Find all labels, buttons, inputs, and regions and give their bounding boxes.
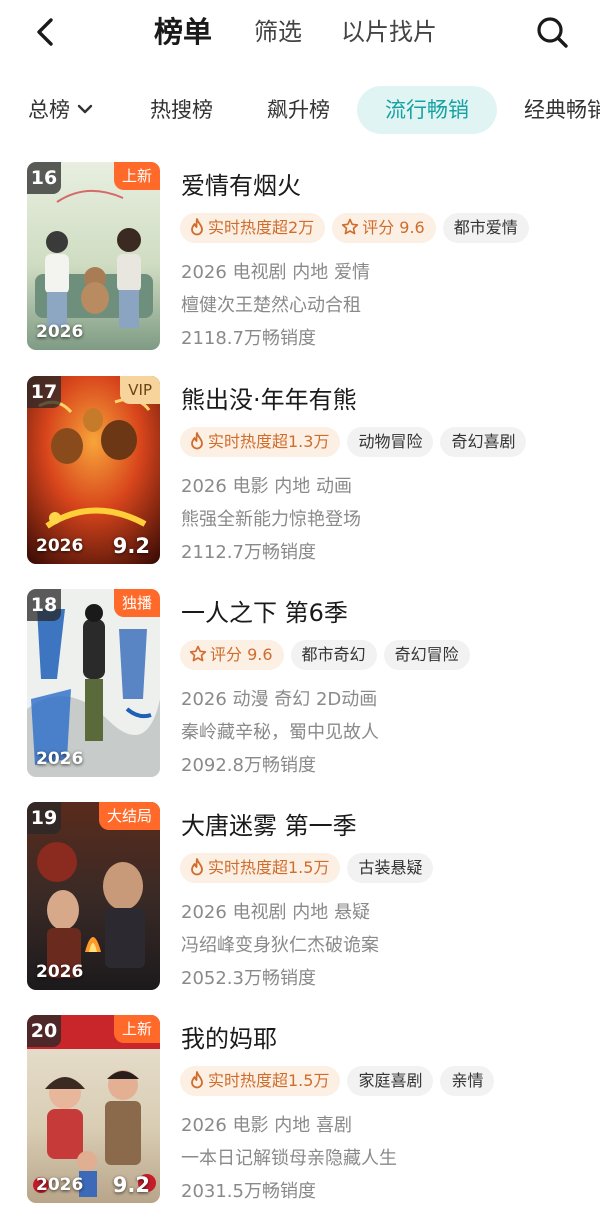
item-info: 2026 电影 内地 动画 [181, 476, 352, 497]
poster-score: 9.2 [112, 1173, 150, 1197]
genre-tag: 古装悬疑 [347, 853, 434, 883]
star-icon [189, 645, 207, 662]
tab-filter[interactable]: 筛选 [254, 10, 302, 54]
item-sales: 2031.5万畅销度 [181, 1181, 316, 1202]
item-info: 2026 电视剧 内地 悬疑 [181, 902, 370, 923]
score-tag: 评分 9.6 [180, 640, 284, 670]
list-item[interactable]: 19 大结局 2026 大唐迷雾 第一季 实时热度超1.5万 古装悬疑 2026 … [0, 802, 600, 1002]
item-title[interactable]: 熊出没·年年有熊 [181, 380, 357, 415]
category-overall-label: 总榜 [28, 98, 70, 122]
item-description: 檀健次王楚然心动合租 [181, 295, 361, 316]
genre-tag: 亲情 [440, 1066, 495, 1096]
tag-row: 实时热度超1.3万 动物冒险 奇幻喜剧 [180, 427, 533, 457]
category-tabs: 总榜 热搜榜 飙升榜 流行畅销 经典畅销 [0, 86, 600, 136]
search-icon [537, 17, 568, 48]
status-badge: 上新 [113, 162, 160, 190]
tag-row: 实时热度超2万 评分 9.6 都市爱情 [180, 213, 536, 243]
item-description: 熊强全新能力惊艳登场 [181, 509, 361, 530]
item-info: 2026 电视剧 内地 爱情 [181, 262, 370, 283]
item-title[interactable]: 爱情有烟火 [181, 166, 301, 201]
item-info: 2026 电影 内地 喜剧 [181, 1115, 352, 1136]
tab-find-by-clip[interactable]: 以片找片 [341, 10, 437, 54]
list-item[interactable]: 18 独播 2026 一人之下 第6季 评分 9.6 都市奇幻 奇幻冒险 2026 … [0, 589, 600, 789]
genre-tag: 都市奇幻 [290, 640, 377, 670]
status-badge: 上新 [113, 1015, 160, 1043]
genre-tag: 奇幻喜剧 [440, 427, 527, 457]
item-description: 秦岭藏辛秘，蜀中见故人 [181, 722, 379, 743]
top-bar: 榜单 筛选 以片找片 [0, 0, 600, 64]
tag-row: 实时热度超1.5万 家庭喜剧 亲情 [180, 1066, 501, 1096]
item-sales: 2112.7万畅销度 [181, 542, 316, 563]
item-description: 冯绍峰变身狄仁杰破诡案 [181, 935, 379, 956]
search-button[interactable] [532, 12, 572, 52]
item-description: 一本日记解锁母亲隐藏人生 [181, 1148, 397, 1169]
heat-tag-label: 实时热度超1.5万 [208, 858, 330, 877]
poster[interactable]: 19 大结局 2026 [27, 802, 160, 990]
genre-tag: 奇幻冒险 [383, 640, 470, 670]
exclusive-badge: 独播 [113, 589, 160, 617]
heat-tag: 实时热度超2万 [180, 213, 326, 243]
flame-icon [191, 218, 203, 236]
list-item[interactable]: 17 VIP 2026 9.2 熊出没·年年有熊 实时热度超1.3万 动物冒险 奇幻… [0, 376, 600, 576]
heat-tag: 实时热度超1.3万 [180, 427, 341, 457]
category-popular-bestseller[interactable]: 流行畅销 [357, 86, 497, 134]
poster[interactable]: 20 上新 2026 9.2 [27, 1015, 160, 1203]
tag-row: 评分 9.6 都市奇幻 奇幻冒险 [180, 640, 477, 670]
poster[interactable]: 16 上新 2026 [27, 162, 160, 350]
item-title[interactable]: 一人之下 第6季 [181, 593, 348, 628]
item-info: 2026 动漫 奇幻 2D动画 [181, 689, 378, 710]
star-icon [341, 218, 359, 235]
poster-score: 9.2 [112, 534, 150, 558]
poster-year: 2026 [36, 536, 84, 556]
poster[interactable]: 18 独播 2026 [27, 589, 160, 777]
poster-year: 2026 [36, 962, 84, 982]
tab-ranking[interactable]: 榜单 [154, 10, 212, 54]
category-classic-bestseller[interactable]: 经典畅销 [524, 86, 600, 134]
category-rising[interactable]: 飙升榜 [267, 86, 330, 134]
list-item[interactable]: 16 上新 2026 爱情有烟火 实时热度超2万 评分 9.6 都市爱情 2026 … [0, 162, 600, 362]
item-title[interactable]: 大唐迷雾 第一季 [181, 806, 357, 841]
list-item[interactable]: 20 上新 2026 9.2 我的妈耶 实时热度超1.5万 家庭喜剧 亲情 2026… [0, 1015, 600, 1215]
item-sales: 2052.3万畅销度 [181, 968, 316, 989]
heat-tag: 实时热度超1.5万 [180, 853, 341, 883]
chevron-left-icon [37, 18, 53, 46]
category-overall[interactable]: 总榜 [28, 86, 94, 134]
category-hot-search[interactable]: 热搜榜 [150, 86, 213, 134]
score-tag-label: 评分 9.6 [210, 645, 273, 664]
chevron-down-icon [76, 87, 94, 135]
item-sales: 2092.8万畅销度 [181, 755, 316, 776]
rank-number: 19 [27, 802, 61, 834]
heat-tag-label: 实时热度超2万 [208, 218, 315, 237]
finale-badge: 大结局 [98, 802, 160, 830]
item-sales: 2118.7万畅销度 [181, 328, 316, 349]
flame-icon [191, 858, 203, 876]
tag-row: 实时热度超1.5万 古装悬疑 [180, 853, 440, 883]
flame-icon [191, 432, 203, 450]
back-button[interactable] [26, 12, 66, 52]
item-title[interactable]: 我的妈耶 [181, 1019, 277, 1054]
score-tag-label: 评分 9.6 [362, 218, 425, 237]
rank-number: 18 [27, 589, 61, 621]
poster[interactable]: 17 VIP 2026 9.2 [27, 376, 160, 564]
poster-year: 2026 [36, 749, 84, 769]
genre-tag: 都市爱情 [442, 213, 529, 243]
rank-number: 16 [27, 162, 61, 194]
genre-tag: 动物冒险 [347, 427, 434, 457]
heat-tag-label: 实时热度超1.3万 [208, 432, 330, 451]
poster-year: 2026 [36, 1175, 84, 1195]
flame-icon [191, 1071, 203, 1089]
genre-tag: 家庭喜剧 [347, 1066, 434, 1096]
heat-tag-label: 实时热度超1.5万 [208, 1071, 330, 1090]
score-tag: 评分 9.6 [332, 213, 436, 243]
poster-year: 2026 [36, 322, 84, 342]
rank-number: 20 [27, 1015, 61, 1047]
rank-number: 17 [27, 376, 61, 408]
heat-tag: 实时热度超1.5万 [180, 1066, 341, 1096]
vip-badge: VIP [120, 376, 160, 404]
